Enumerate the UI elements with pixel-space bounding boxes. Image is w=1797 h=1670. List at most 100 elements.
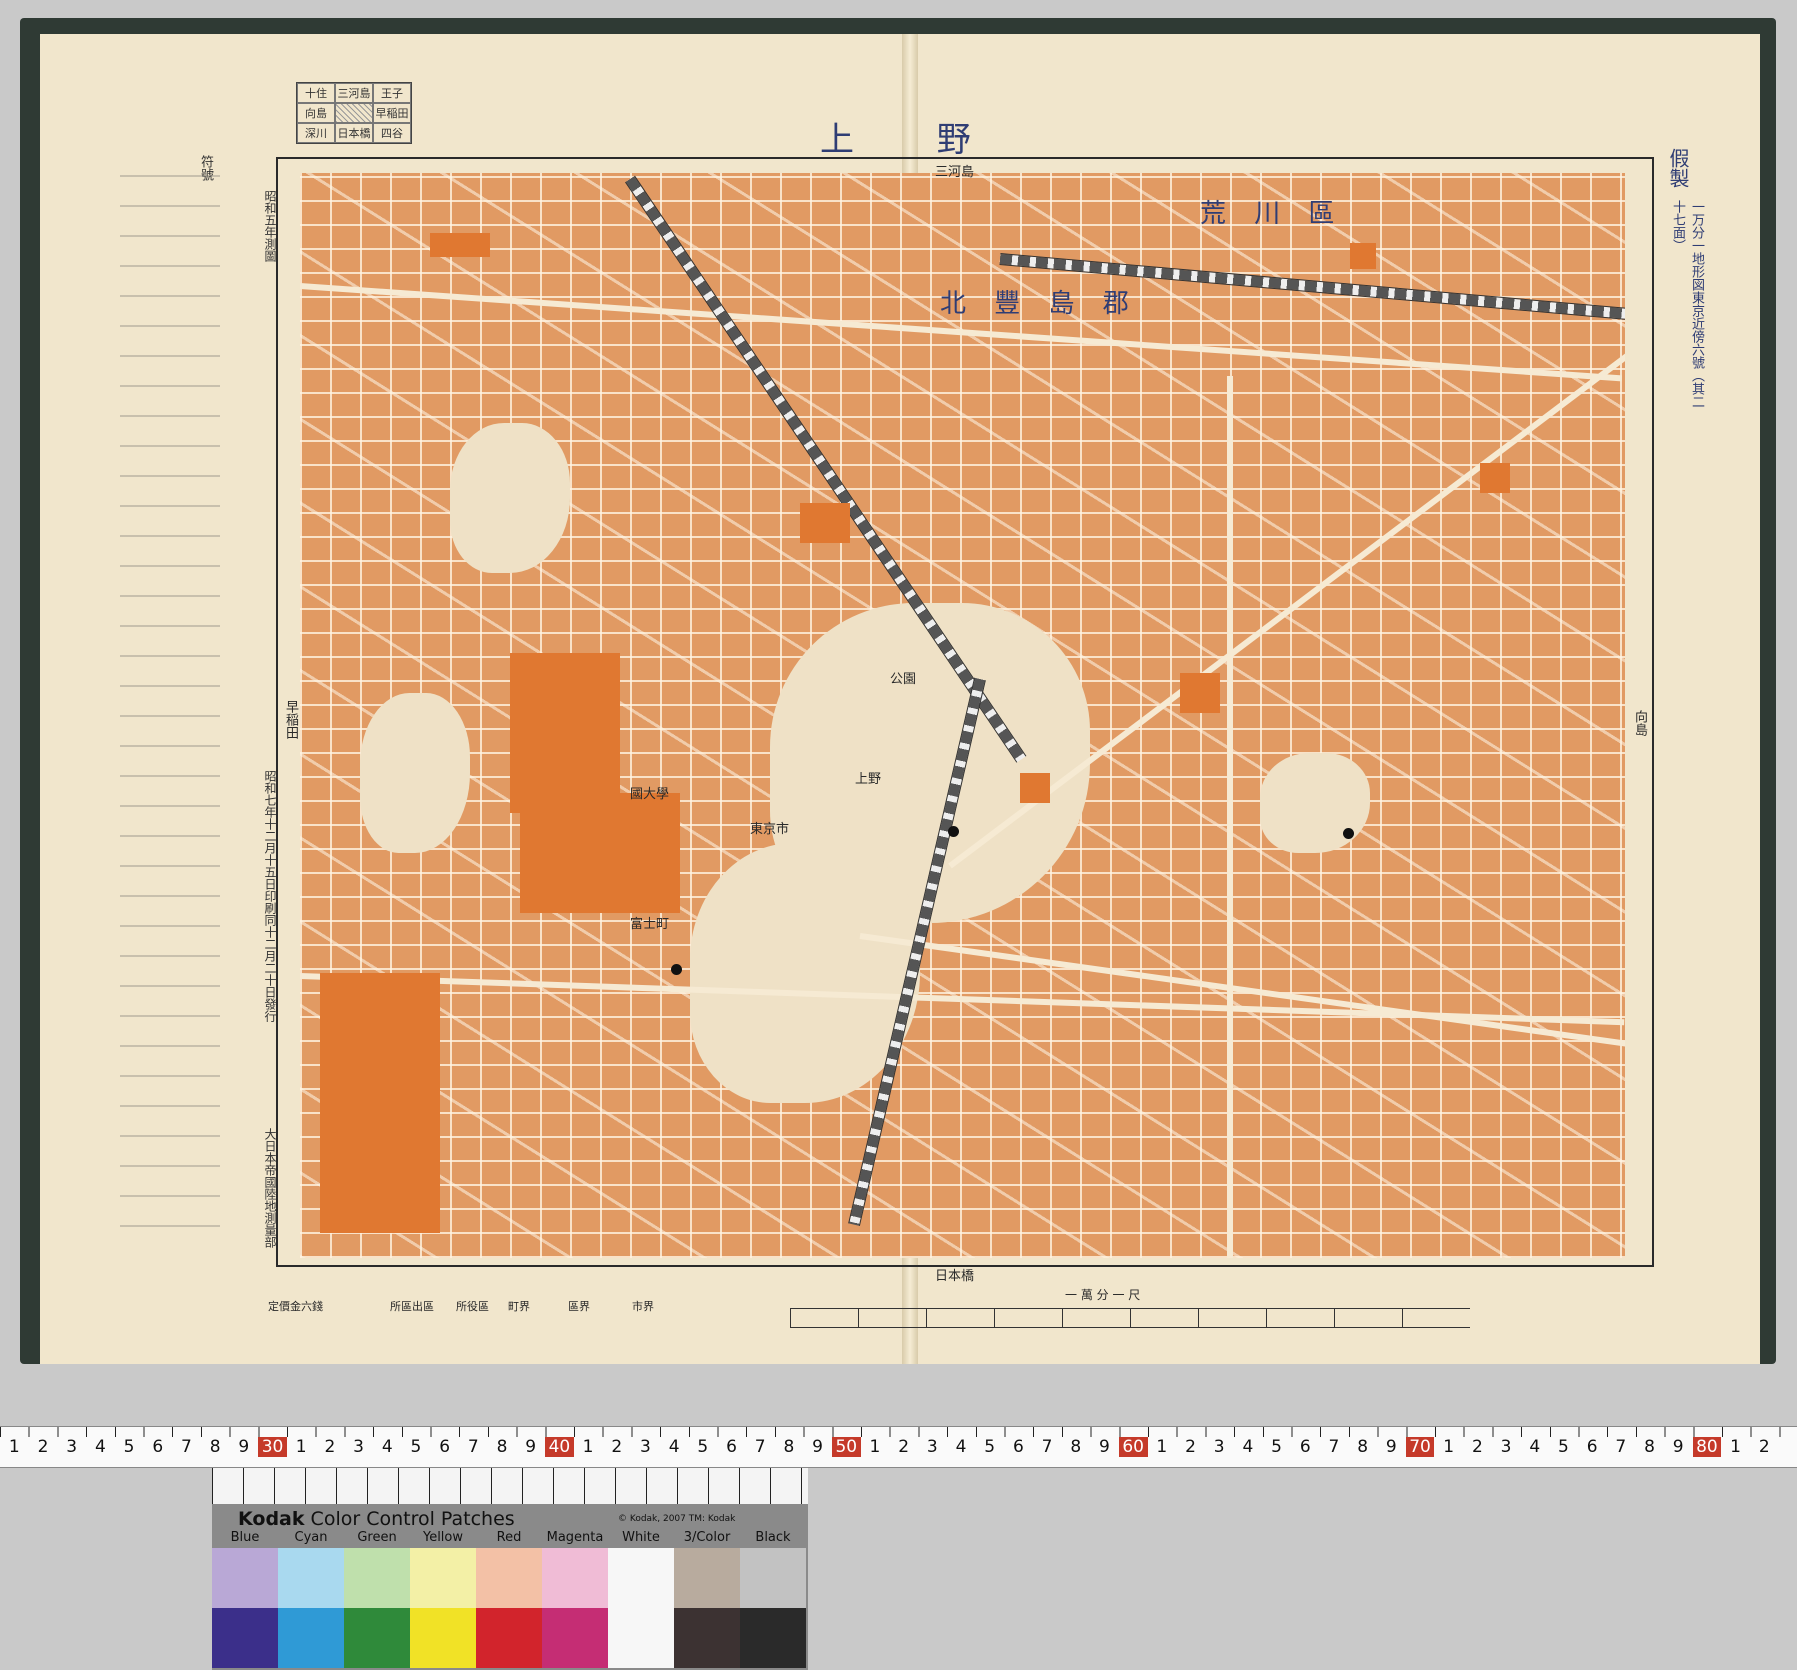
ruler-number: 1 [582,1437,594,1457]
index-cell: 王子 [373,83,411,103]
ruler-number: 9 [238,1437,250,1457]
ruler-number: 7 [1041,1437,1053,1457]
ruler-number: 6 [152,1437,164,1457]
ruler-number: 4 [668,1437,680,1457]
ruler-number: 1 [1156,1437,1168,1457]
index-cell: 十住 [297,83,335,103]
bottom-legend-item: 町界 [508,1300,530,1313]
color-patch-dark [278,1608,344,1668]
ruler-number: 3 [66,1437,78,1457]
patch-name: White [622,1530,660,1545]
edge-label-right: 向島 [1632,710,1647,736]
ruler-number: 2 [324,1437,336,1457]
patch-name: 3/Color [683,1530,731,1545]
ruler-number: 1 [295,1437,307,1457]
northwest-park [450,423,570,573]
price-note: 定價金六錢 [268,1300,323,1313]
building-block [320,973,440,1233]
color-patch-dark [212,1608,278,1668]
ruler-number: 3 [640,1437,651,1457]
ruler-number: 9 [1672,1437,1684,1457]
ruler-number: 70 [1405,1437,1435,1457]
ruler-number: 4 [955,1437,967,1457]
ward-label-kita-toshima: 北 豐 島 郡 [940,289,1139,319]
map-area: 荒 川 區 北 豐 島 郡 東京市 上野 公園 富士町 國大學 [300,173,1625,1258]
patch-name: Black [755,1530,791,1545]
ruler-number: 1 [8,1437,20,1457]
patch-name: Blue [230,1530,260,1545]
patch-names: Blue Cyan Green Yellow Red Magenta White 3/Colo… [212,1530,808,1545]
building-block [1350,243,1376,269]
ruler-number: 4 [94,1437,106,1457]
color-patch-light [608,1548,674,1608]
color-patch-dark [542,1608,608,1668]
ruler-number: 9 [1385,1437,1397,1457]
ruler-number: 7 [181,1437,192,1457]
kodak-copyright: © Kodak, 2007 TM: Kodak [618,1514,736,1524]
ruler-number: 2 [1471,1437,1483,1457]
color-patch-light [476,1548,542,1608]
color-patch-light [542,1548,608,1608]
ruler-number: 1 [1443,1437,1455,1457]
color-patch-dark [608,1608,674,1668]
index-cell: 日本橋 [335,123,373,143]
color-patch-dark [344,1608,410,1668]
kodak-color-target: Kodak Color Control Patches © Kodak, 200… [212,1468,808,1670]
road [859,933,1625,1051]
road [300,973,1625,1026]
ruler-number: 7 [1328,1437,1340,1457]
patch-name: Green [357,1530,397,1545]
building-block [1480,463,1510,493]
ruler-number: 8 [209,1437,221,1457]
color-patch-dark [674,1608,740,1668]
ruler-number: 5 [697,1437,709,1457]
district-label: 東京市 [750,822,790,837]
ruler-number: 2 [1758,1437,1770,1457]
color-patch-dark [410,1608,476,1668]
adjacent-sheet-index: 十住 三河島 王子 向島 早稲田 深川 日本橋 四谷 [296,82,412,144]
ruler-number: 7 [467,1437,479,1457]
dark-patch-row [212,1608,808,1668]
kodak-title: Kodak Color Control Patches [238,1508,515,1530]
ruler-number: 3 [1213,1437,1225,1457]
ruler-number: 6 [1586,1437,1598,1457]
index-cell: 向島 [297,103,335,123]
ruler-number: 8 [496,1437,508,1457]
kodak-inch-ruler [212,1468,808,1504]
ruler-number: 6 [726,1437,737,1457]
ruler-number: 6 [439,1437,451,1457]
ruler-number: 2 [37,1437,49,1457]
building-block [1180,673,1220,713]
color-patch-light [278,1548,344,1608]
ruler-number: 3 [353,1437,364,1457]
index-cell [335,103,373,123]
building-block [430,233,490,257]
patch-name: Red [496,1530,522,1545]
kodak-product: Color Control Patches [310,1508,515,1530]
kodak-brand: Kodak [238,1508,305,1530]
scale-label: 一 萬 分 一 尺 [1065,1288,1141,1302]
color-patch-dark [476,1608,542,1668]
legend-symbols [120,175,220,1255]
color-patch-light [410,1548,476,1608]
ruler-number: 3 [1500,1437,1512,1457]
ruler-number: 1 [869,1437,881,1457]
map-header-right: 假製 [1666,148,1690,188]
ruler-number: 30 [258,1437,287,1457]
ruler-number: 40 [545,1437,574,1457]
bottom-legend-item: 市界 [632,1300,654,1313]
scale-bar [790,1308,1470,1328]
bottom-legend-item: 所役區 [456,1300,489,1313]
police-station-marker [1343,828,1354,839]
ruler-number: 6 [1299,1437,1311,1457]
ruler-numbers: 1 2 3 4 5 6 7 8 9 30 1 2 3 4 5 6 7 8 9 40 1 2 3 4 5 6 7 8 9 50 1 2 3 4 5 6 7… [0,1437,1797,1457]
ruler-number: 4 [1242,1437,1254,1457]
building-block [800,503,850,543]
ruler-number: 7 [1615,1437,1627,1457]
ruler-number: 8 [1644,1437,1655,1457]
west-park [360,693,470,853]
building-block [1020,773,1050,803]
ruler-number: 1 [1730,1437,1741,1457]
bottom-legend-item: 所區出區 [390,1300,434,1313]
ruler-number: 2 [1185,1437,1196,1457]
